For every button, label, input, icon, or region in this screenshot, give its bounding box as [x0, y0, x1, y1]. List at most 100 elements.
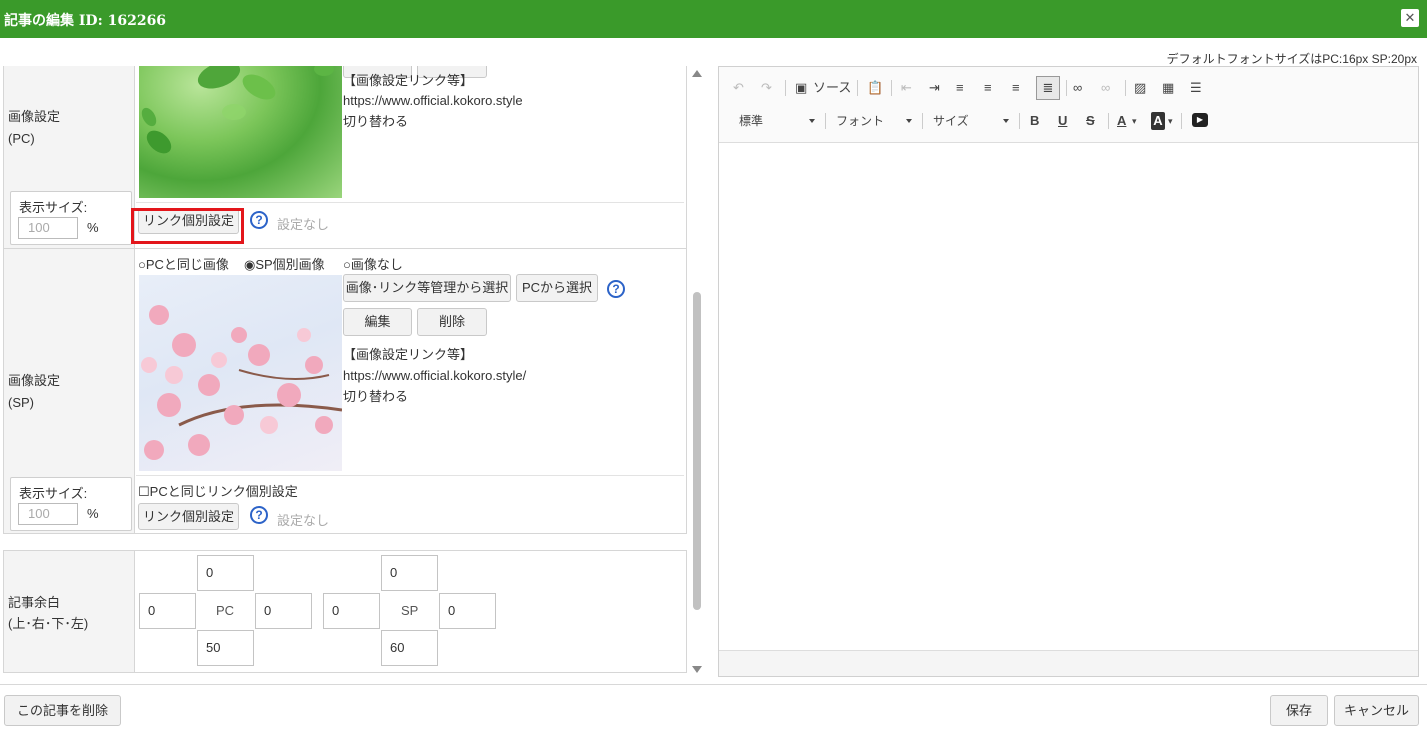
size-combo-value: サイズ — [933, 114, 969, 128]
sp-link-help-icon[interactable]: ? — [250, 506, 268, 524]
sp-link-settings-button[interactable]: リンク個別設定 — [138, 503, 239, 530]
sp-delete-button[interactable]: 削除 — [417, 308, 487, 336]
link-icon[interactable]: ∞ — [1073, 79, 1082, 97]
cancel-button[interactable]: キャンセル — [1334, 695, 1419, 726]
chevron-down-icon[interactable]: ▾ — [1132, 112, 1137, 130]
pc-margin-bottom-input[interactable]: 50 — [197, 630, 254, 666]
horizontal-rule-icon[interactable]: ☰ — [1190, 79, 1202, 97]
close-icon[interactable]: ✕ — [1401, 9, 1419, 27]
pc-image-label-cell: 画像設定 (PC) 表示サイズ: 100 % — [4, 66, 135, 248]
highlight-box — [131, 208, 244, 244]
editor-status-bar — [719, 650, 1418, 676]
sp-margin-bottom-input[interactable]: 60 — [381, 630, 438, 666]
pc-size-label: 表示サイズ: — [19, 200, 88, 215]
paste-icon[interactable]: 📋 — [867, 79, 883, 97]
pc-image-preview — [139, 66, 342, 198]
delete-article-button[interactable]: この記事を削除 — [4, 695, 121, 726]
align-right-icon[interactable]: ≡ — [1012, 79, 1020, 97]
underline-button[interactable]: U — [1058, 112, 1067, 130]
margin-label: 記事余白 — [8, 595, 61, 610]
rich-text-editor: ↶ ↷ ▣ ソース 📋 ⇤ ⇥ ≡ ≡ ≡ ≣ ∞ ∞ ▨ ▦ ☰ 標準 フォン… — [718, 66, 1419, 677]
pc-help-icon[interactable]: ? — [250, 211, 268, 229]
pc-size-box: 表示サイズ: 100 % — [10, 191, 132, 245]
sp-same-link-checkbox[interactable]: ☐PCと同じリンク個別設定 — [138, 481, 298, 502]
sp-size-label: 表示サイズ: — [19, 486, 88, 501]
sp-link-info-title: 【画像設定リンク等】 — [343, 347, 474, 362]
sp-radio-none[interactable]: ○画像なし — [343, 254, 403, 275]
pc-size-unit: % — [87, 220, 99, 235]
sp-margin-label: SP — [401, 603, 419, 618]
sp-margin-left-input[interactable]: 0 — [323, 593, 380, 629]
pc-size-input[interactable]: 100 — [18, 217, 78, 239]
pc-image-label-sub: (PC) — [8, 131, 35, 146]
toolbar-separator — [1066, 80, 1067, 96]
scroll-thumb[interactable] — [693, 292, 701, 610]
sp-size-unit: % — [87, 506, 99, 521]
strike-button[interactable]: S — [1086, 112, 1095, 130]
sp-select-from-manager-button[interactable]: 画像･リンク等管理から選択 — [343, 274, 511, 302]
default-font-size-info: デフォルトフォントサイズはPC:16px SP:20px — [1166, 52, 1417, 66]
settings-form: 画像設定 (PC) 表示サイズ: 100 % 【画像設定リンク等】 https:… — [3, 66, 687, 677]
sp-link-status: 設定なし — [277, 513, 330, 528]
sp-image-preview — [139, 275, 342, 471]
source-icon[interactable]: ▣ — [795, 79, 807, 97]
footer-divider — [0, 684, 1427, 685]
undo-icon[interactable]: ↶ — [733, 79, 744, 97]
pc-link-url: https://www.official.kokoro.style — [343, 93, 523, 108]
save-button[interactable]: 保存 — [1270, 695, 1328, 726]
toolbar-separator — [1108, 113, 1109, 129]
margin-label-cell: 記事余白 (上･右･下･左) — [4, 551, 135, 672]
indent-icon[interactable]: ⇥ — [929, 79, 940, 97]
sp-divider — [136, 475, 684, 476]
form-scrollbar[interactable] — [689, 66, 705, 677]
sp-size-input[interactable]: 100 — [18, 503, 78, 525]
image-icon[interactable]: ▨ — [1134, 79, 1146, 97]
pc-margin-left-input[interactable]: 0 — [139, 593, 196, 629]
sp-help-icon[interactable]: ? — [607, 280, 625, 298]
table-icon[interactable]: ▦ — [1162, 79, 1174, 97]
scroll-up-icon[interactable] — [692, 70, 702, 77]
sp-margin-right-input[interactable]: 0 — [439, 593, 496, 629]
pc-image-label: 画像設定 — [8, 109, 61, 124]
scroll-down-icon[interactable] — [692, 666, 702, 673]
sp-radio-same[interactable]: ○PCと同じ画像 — [138, 254, 229, 275]
pc-margin-label: PC — [216, 603, 235, 618]
pc-link-action: 切り替わる — [343, 114, 409, 129]
toolbar-separator — [857, 80, 858, 96]
outdent-icon[interactable]: ⇤ — [901, 79, 912, 97]
chevron-down-icon — [809, 119, 815, 123]
sp-radio-individual[interactable]: ◉SP個別画像 — [244, 254, 325, 275]
sp-select-from-pc-button[interactable]: PCから選択 — [516, 274, 598, 302]
chevron-down-icon — [906, 119, 912, 123]
toolbar-separator — [1181, 113, 1182, 129]
toolbar-separator — [785, 80, 786, 96]
sp-edit-button[interactable]: 編集 — [343, 308, 412, 336]
format-combo[interactable]: 標準 — [739, 111, 815, 131]
chevron-down-icon[interactable]: ▾ — [1168, 112, 1173, 130]
toolbar-separator — [891, 80, 892, 96]
redo-icon[interactable]: ↷ — [761, 79, 772, 97]
bold-button[interactable]: B — [1030, 112, 1039, 130]
text-color-button[interactable]: A — [1117, 112, 1126, 130]
sp-link-action: 切り替わる — [343, 389, 409, 404]
size-combo[interactable]: サイズ — [933, 111, 1009, 131]
pc-margin-top-input[interactable]: 0 — [197, 555, 254, 591]
sp-image-label-cell: 画像設定 (SP) 表示サイズ: 100 % — [4, 249, 135, 533]
align-center-icon[interactable]: ≡ — [984, 79, 992, 97]
source-button[interactable]: ソース — [813, 79, 851, 97]
format-combo-value: 標準 — [739, 114, 764, 128]
editor-toolbar: ↶ ↷ ▣ ソース 📋 ⇤ ⇥ ≡ ≡ ≡ ≣ ∞ ∞ ▨ ▦ ☰ 標準 フォン… — [719, 67, 1418, 143]
bg-color-button[interactable]: A — [1151, 112, 1165, 130]
font-combo[interactable]: フォント — [836, 111, 912, 131]
sp-margin-top-input[interactable]: 0 — [381, 555, 438, 591]
pc-margin-right-input[interactable]: 0 — [255, 593, 312, 629]
toolbar-separator — [1019, 113, 1020, 129]
unlink-icon[interactable]: ∞ — [1101, 79, 1110, 97]
sp-image-label-sub: (SP) — [8, 395, 34, 410]
align-justify-icon[interactable]: ≣ — [1036, 76, 1060, 100]
align-left-icon[interactable]: ≡ — [956, 79, 964, 97]
video-icon[interactable]: ▶ — [1192, 113, 1208, 127]
toolbar-separator — [1125, 80, 1126, 96]
chevron-down-icon — [1003, 119, 1009, 123]
pc-image-row: 画像設定 (PC) 表示サイズ: 100 % 【画像設定リンク等】 https:… — [3, 66, 687, 249]
